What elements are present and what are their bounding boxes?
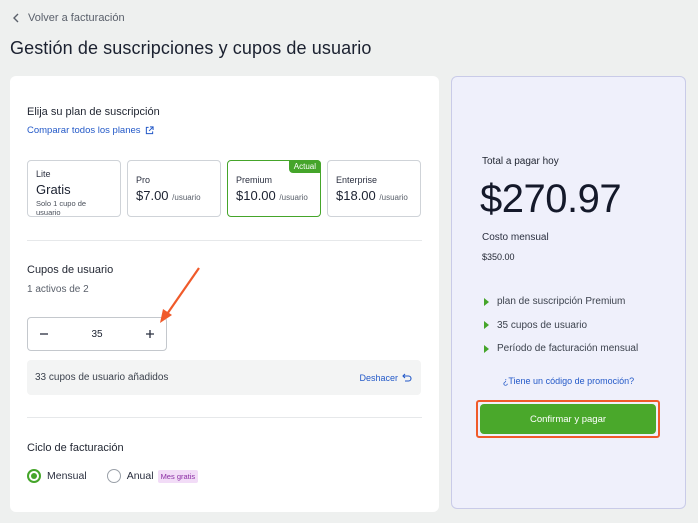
plan-options: Lite Gratis Solo 1 cupo de usuario Pro $… (27, 160, 421, 217)
divider (27, 417, 422, 418)
plan-price: $10.00 (236, 188, 276, 203)
monthly-cost-label: Costo mensual (482, 232, 549, 243)
external-link-icon (145, 126, 154, 135)
summary-item-text: plan de suscripción Premium (497, 296, 626, 308)
list-item: Período de facturación mensual (484, 337, 638, 361)
plan-per: /usuario (379, 193, 408, 202)
plan-card-lite[interactable]: Lite Gratis Solo 1 cupo de usuario (27, 160, 121, 217)
plan-price: $7.00 (136, 188, 169, 203)
confirm-highlight: Confirmar y pagar (476, 400, 660, 438)
seats-added-text: 33 cupos de usuario añadidos (35, 372, 169, 383)
plan-section-title: Elija su plan de suscripción (27, 106, 160, 118)
back-label: Volver a facturación (28, 12, 125, 24)
increment-button[interactable] (142, 326, 158, 342)
undo-icon (402, 373, 412, 382)
plan-name: Enterprise (336, 175, 378, 185)
active-seats-text: 1 activos de 2 (27, 284, 89, 295)
summary-item-text: Período de facturación mensual (497, 343, 639, 355)
free-month-badge: Mes gratis (157, 469, 199, 483)
list-item: plan de suscripción Premium (484, 290, 638, 314)
seat-quantity-stepper: 35 (27, 317, 167, 351)
billing-option-label: Anual (126, 470, 154, 482)
plan-name: Lite (36, 169, 51, 179)
divider (27, 240, 422, 241)
back-link[interactable]: Volver a facturación (12, 12, 125, 24)
plan-price: $18.00 (336, 188, 376, 203)
settings-card: Elija su plan de suscripción Comparar to… (10, 76, 439, 512)
plan-card-premium[interactable]: Actual Premium $10.00 /usuario (227, 160, 321, 217)
total-due-label: Total a pagar hoy (482, 156, 559, 167)
plan-per: /usuario (172, 193, 201, 202)
radio-button[interactable] (106, 469, 121, 483)
undo-label: Deshacer (359, 372, 398, 383)
seats-section-title: Cupos de usuario (27, 264, 114, 276)
billing-section-title: Ciclo de facturación (27, 442, 124, 454)
summary-items: plan de suscripción Premium 35 cupos de … (484, 290, 638, 361)
plan-card-pro[interactable]: Pro $7.00 /usuario (127, 160, 221, 217)
seats-added-notice: 33 cupos de usuario añadidos Deshacer (27, 360, 421, 395)
radio-button-checked[interactable] (27, 469, 41, 483)
plan-per: /usuario (279, 193, 308, 202)
billing-option-annual[interactable]: Anual Mes gratis (106, 469, 199, 483)
billing-option-label: Mensual (47, 470, 87, 482)
plan-card-enterprise[interactable]: Enterprise $18.00 /usuario (327, 160, 421, 217)
bullet-triangle-icon (484, 297, 489, 306)
summary-item-text: 35 cupos de usuario (497, 319, 588, 331)
bullet-triangle-icon (484, 321, 489, 330)
order-summary-panel: Total a pagar hoy $270.97 Costo mensual … (451, 76, 686, 509)
monthly-cost-value: $350.00 (482, 252, 515, 262)
current-plan-badge: Actual (288, 160, 321, 173)
promo-code-link[interactable]: ¿Tiene un código de promoción? (452, 376, 685, 386)
billing-cycle-options: Mensual Anual Mes gratis (27, 469, 199, 483)
undo-button[interactable]: Deshacer (359, 373, 412, 383)
confirm-pay-button[interactable]: Confirmar y pagar (480, 404, 656, 434)
minus-icon (40, 333, 48, 335)
decrement-button[interactable] (36, 326, 52, 342)
plan-note: Solo 1 cupo de usuario (36, 199, 87, 217)
plan-price: Gratis (36, 182, 71, 197)
plan-name: Premium (236, 175, 273, 185)
plan-name: Pro (136, 175, 151, 185)
compare-plans-label: Comparar todos los planes (27, 125, 141, 136)
plus-icon (146, 330, 154, 338)
chevron-left-icon (13, 13, 19, 23)
compare-plans-link[interactable]: Comparar todos los planes (27, 125, 154, 136)
list-item: 35 cupos de usuario (484, 314, 638, 338)
bullet-triangle-icon (484, 344, 489, 353)
page-title: Gestión de suscripciones y cupos de usua… (10, 38, 372, 58)
billing-option-monthly[interactable]: Mensual (27, 469, 87, 483)
seat-quantity-value[interactable]: 35 (91, 329, 102, 340)
total-due-amount: $270.97 (480, 177, 622, 221)
